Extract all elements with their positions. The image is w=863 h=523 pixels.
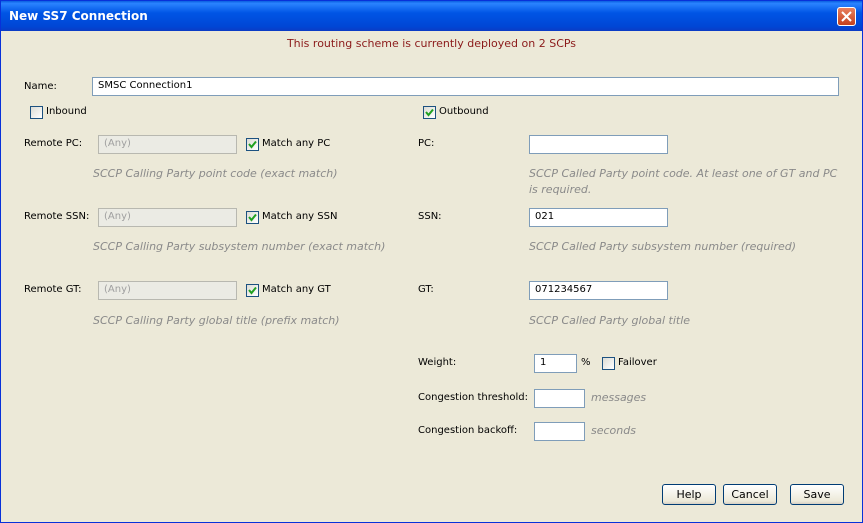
congestion-backoff-unit: seconds [591,424,636,437]
remote-ssn-help: SCCP Calling Party subsystem number (exa… [93,240,386,253]
congestion-threshold-unit: messages [591,391,647,404]
ssn-input[interactable]: 021 [529,208,668,227]
remote-ssn-input: (Any) [98,208,237,227]
dialog-window: New SS7 Connection This routing scheme i… [0,0,863,523]
help-button[interactable]: Help [662,484,716,505]
title-bar[interactable]: New SS7 Connection [1,1,862,31]
weight-label: Weight: [418,357,457,368]
remote-pc-input: (Any) [98,135,237,154]
gt-help: SCCP Called Party global title [529,314,691,327]
pc-help-line1: SCCP Called Party point code. At least o… [529,167,838,180]
outbound-checkbox[interactable] [423,106,436,119]
outbound-label: Outbound [439,106,489,117]
congestion-threshold-input[interactable] [534,389,585,408]
window-title: New SS7 Connection [9,9,148,23]
failover-label: Failover [618,357,657,368]
name-input[interactable]: SMSC Connection1 [92,77,839,96]
deployment-notice: This routing scheme is currently deploye… [286,37,577,50]
checkmark-icon [425,108,434,117]
cancel-button[interactable]: Cancel [723,484,777,505]
inbound-label: Inbound [46,106,87,117]
pc-help-line2: is required. [529,183,592,196]
match-any-gt-checkbox[interactable] [246,284,259,297]
remote-ssn-label: Remote SSN: [24,211,90,222]
congestion-backoff-input[interactable] [534,422,585,441]
congestion-backoff-label: Congestion backoff: [418,425,518,436]
remote-gt-help: SCCP Calling Party global title (prefix … [93,314,340,327]
close-icon [841,11,852,22]
checkmark-icon [248,213,257,222]
inbound-checkbox[interactable] [30,106,43,119]
save-button[interactable]: Save [790,484,844,505]
match-any-ssn-checkbox[interactable] [246,211,259,224]
dialog-content: This routing scheme is currently deploye… [1,32,862,522]
match-any-pc-checkbox[interactable] [246,138,259,151]
weight-input[interactable]: 1 [534,354,577,373]
pc-label: PC: [418,138,435,149]
remote-gt-input: (Any) [98,281,237,300]
ssn-help: SCCP Called Party subsystem number (requ… [529,240,797,253]
checkmark-icon [248,286,257,295]
remote-gt-label: Remote GT: [24,284,82,295]
ssn-label: SSN: [418,211,442,222]
name-label: Name: [24,81,57,92]
match-any-gt-label: Match any GT [262,284,331,295]
match-any-pc-label: Match any PC [262,138,331,149]
pc-input[interactable] [529,135,668,154]
failover-checkbox[interactable] [602,357,615,370]
match-any-ssn-label: Match any SSN [262,211,338,222]
congestion-threshold-label: Congestion threshold: [418,392,528,403]
close-button[interactable] [837,7,856,26]
weight-unit: % [581,357,591,368]
gt-label: GT: [418,284,434,295]
remote-pc-label: Remote PC: [24,138,83,149]
checkmark-icon [248,140,257,149]
gt-input[interactable]: 071234567 [529,281,668,300]
remote-pc-help: SCCP Calling Party point code (exact mat… [93,167,338,180]
